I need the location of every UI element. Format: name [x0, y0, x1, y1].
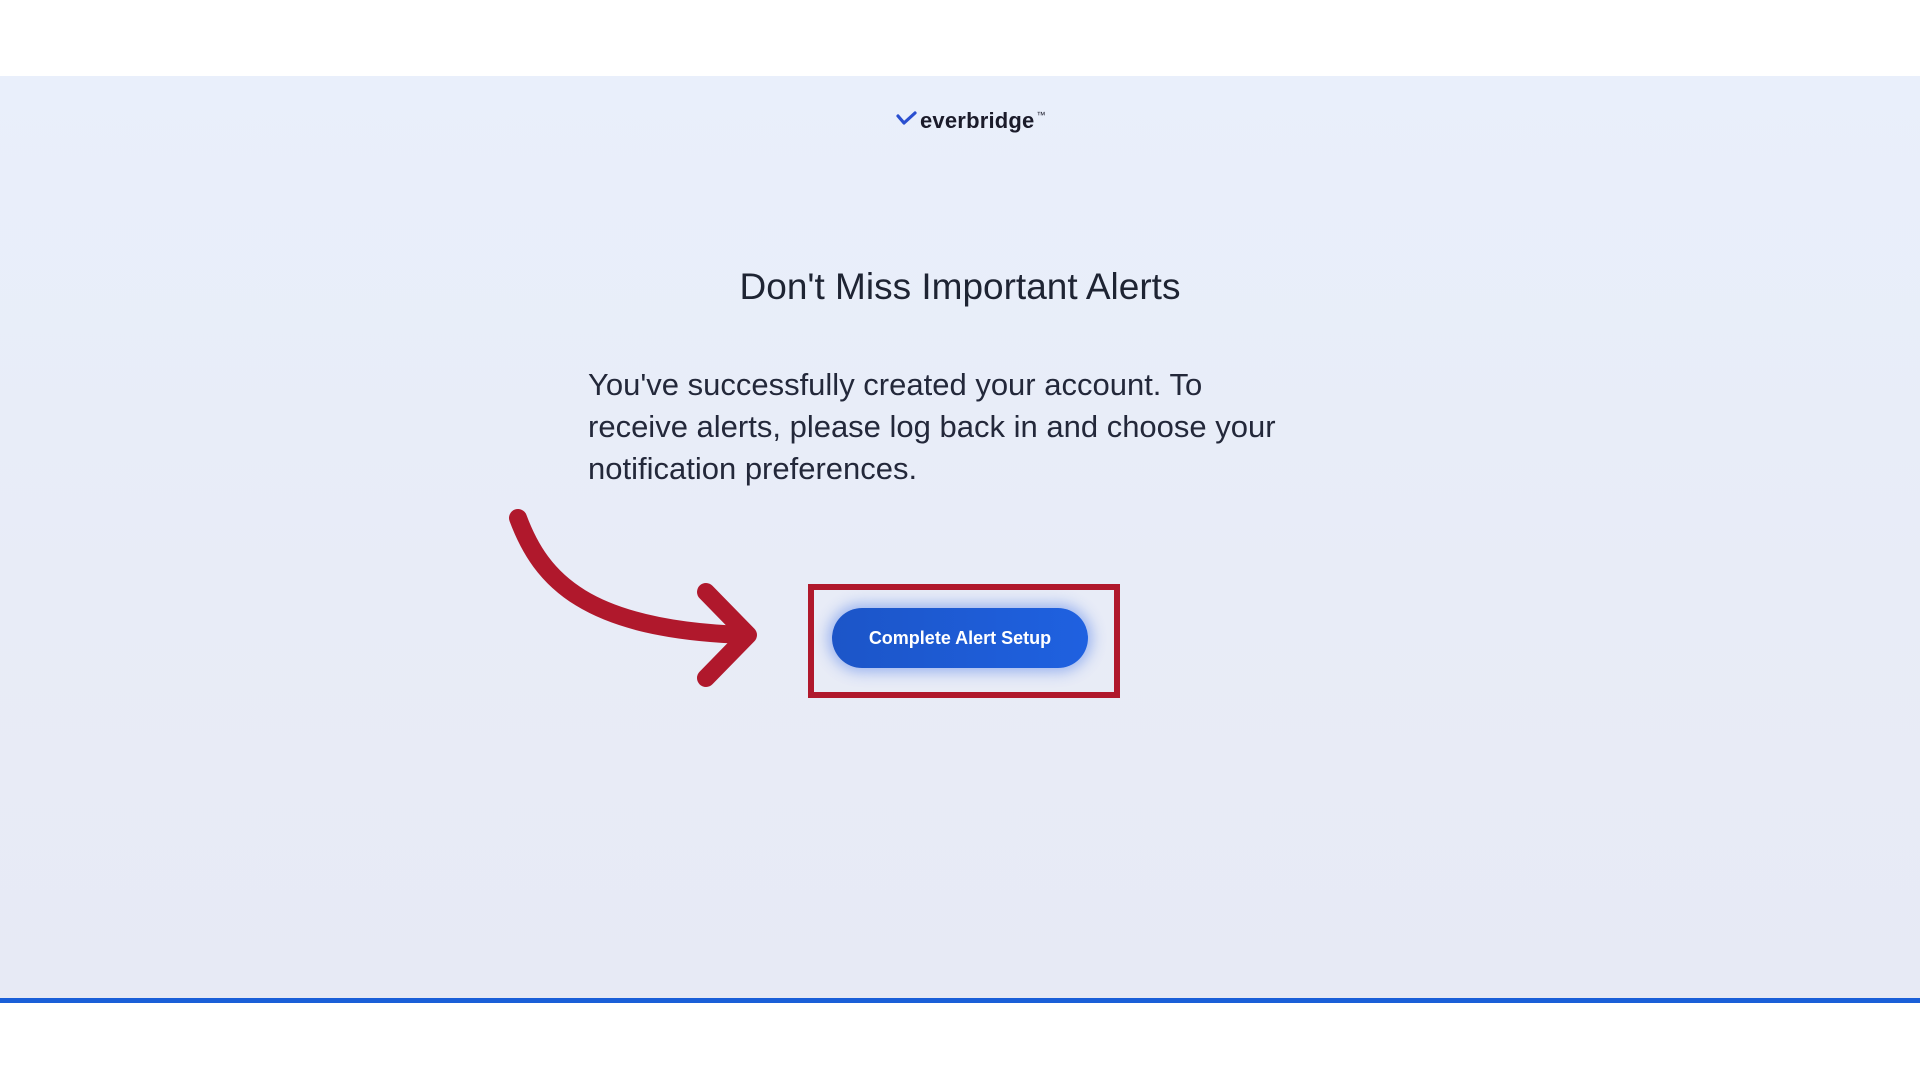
- checkmark-icon: [896, 111, 917, 125]
- trademark-symbol: ™: [1036, 110, 1046, 120]
- success-message: You've successfully created your account…: [588, 367, 1276, 486]
- curved-arrow-icon: [509, 509, 757, 687]
- logo-text: everbridge: [920, 108, 1035, 133]
- page-title: Don't Miss Important Alerts: [739, 266, 1181, 307]
- everbridge-logo: everbridge ™: [896, 104, 1046, 138]
- page: everbridge ™ Don't Miss Important Alerts…: [0, 0, 1920, 1080]
- app-panel: [0, 76, 1920, 1000]
- bottom-divider: [0, 998, 1920, 1003]
- complete-alert-setup-button[interactable]: Complete Alert Setup: [832, 608, 1088, 668]
